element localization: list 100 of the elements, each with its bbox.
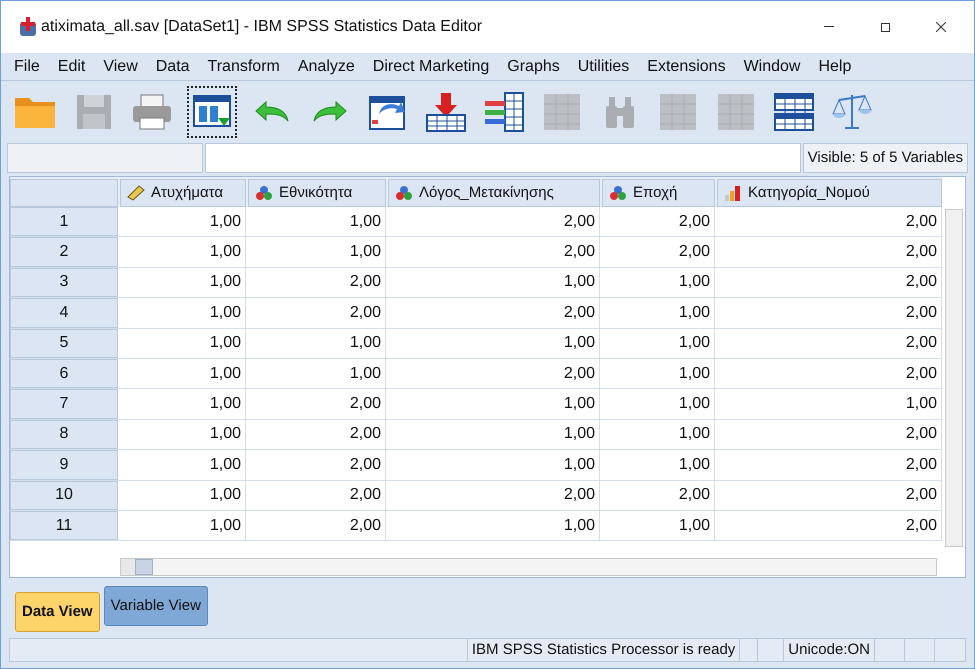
cell-name-field[interactable]: [7, 143, 203, 173]
column-header[interactable]: Εθνικότητα: [248, 179, 386, 207]
table-cell: 1,00: [600, 510, 715, 540]
menu-item[interactable]: Graphs: [498, 54, 569, 78]
table-cell: 1,00: [118, 328, 246, 358]
table-cell: 1,00: [118, 389, 246, 419]
three-balls-icon: [395, 185, 413, 201]
visible-variables-label: Visible: 5 of 5 Variables: [802, 143, 968, 173]
table-cell: 1,00: [118, 298, 246, 328]
menu-item[interactable]: Analyze: [288, 54, 364, 78]
row-number[interactable]: 9: [10, 450, 118, 480]
table-cell: 2,00: [246, 389, 386, 419]
table-cell: 2,00: [715, 207, 942, 236]
table-cell: 1,00: [118, 480, 246, 510]
horizontal-scrollbar[interactable]: [120, 558, 937, 576]
toolbar-button[interactable]: [187, 86, 237, 138]
table-cell: 2,00: [246, 420, 386, 450]
table-cell: 2,00: [386, 298, 600, 328]
table-cell: 2,00: [246, 480, 386, 510]
table-cell: 2,00: [600, 237, 715, 267]
table-cell: 1,00: [386, 328, 600, 358]
menu-item[interactable]: File: [5, 54, 49, 78]
app-icon: [17, 16, 39, 38]
view-tab[interactable]: Variable View: [104, 586, 208, 626]
row-number[interactable]: 11: [10, 510, 118, 540]
row-number[interactable]: 6: [10, 358, 118, 388]
minimize-icon: [824, 26, 834, 28]
row-number[interactable]: 7: [10, 389, 118, 419]
table-cell: 1,00: [246, 358, 386, 388]
grid-icon: [542, 92, 582, 132]
menu-item[interactable]: Utilities: [568, 54, 638, 78]
scale-icon: [831, 92, 873, 132]
column-name: Εθνικότητα: [279, 182, 352, 203]
row-number[interactable]: 10: [10, 480, 118, 510]
column-header[interactable]: Κατηγορία_Νομού: [717, 179, 942, 207]
insert-variable-icon: [483, 91, 525, 133]
column-header[interactable]: Λόγος_Μετακίνησης: [388, 179, 600, 207]
table-cell: 2,00: [600, 480, 715, 510]
close-icon: [936, 22, 946, 32]
window-title: atiximata_all.sav [DataSet1] - IBM SPSS Statistics Data Editor: [41, 17, 482, 37]
row-number[interactable]: 3: [10, 268, 118, 298]
menu-item[interactable]: View: [94, 54, 147, 78]
insert-cases-icon: [425, 91, 467, 133]
menu-item[interactable]: Data: [146, 54, 199, 78]
table-cell: 1,00: [600, 268, 715, 298]
row-number[interactable]: 1: [10, 207, 118, 236]
menu-item[interactable]: Window: [734, 54, 810, 78]
table-cell: 2,00: [246, 268, 386, 298]
table-cell: 1,00: [246, 328, 386, 358]
row-number[interactable]: 4: [10, 298, 118, 328]
column-name: Λόγος_Μετακίνησης: [419, 182, 554, 203]
table-cell: 2,00: [386, 358, 600, 388]
ruler-icon: [127, 185, 145, 201]
table-cell: 2,00: [600, 207, 715, 236]
table-cell: 1,00: [600, 298, 715, 328]
menu-item[interactable]: Direct Marketing: [364, 54, 498, 78]
table-cell: 1,00: [118, 237, 246, 267]
column-name: Εποχή: [633, 182, 678, 203]
table-cell: 1,00: [118, 510, 246, 540]
row-number[interactable]: 2: [10, 237, 118, 267]
table-cell: 2,00: [715, 358, 942, 388]
table-cell: 2,00: [246, 298, 386, 328]
table-cell: 2,00: [715, 237, 942, 267]
menu-item[interactable]: Transform: [198, 54, 289, 78]
table-cell: 2,00: [715, 480, 942, 510]
table-cell: 1,00: [386, 450, 600, 480]
menu-item[interactable]: Edit: [48, 54, 94, 78]
column-name: Ατυχήματα: [151, 182, 224, 203]
table-cell: 2,00: [715, 450, 942, 480]
row-number[interactable]: 5: [10, 328, 118, 358]
grid-icon: [716, 92, 756, 132]
table-cell: 1,00: [386, 268, 600, 298]
vertical-scrollbar[interactable]: [945, 209, 963, 547]
printer-icon: [131, 92, 173, 132]
grid-icon: [658, 92, 698, 132]
column-header[interactable]: Ατυχήματα: [120, 179, 246, 207]
table-cell: 1,00: [118, 450, 246, 480]
table-cell: 1,00: [246, 207, 386, 236]
table-cell: 2,00: [386, 237, 600, 267]
value-labels-icon: [773, 92, 815, 132]
row-number[interactable]: 8: [10, 420, 118, 450]
maximize-icon: [880, 22, 890, 32]
table-cell: 2,00: [715, 298, 942, 328]
table-cell: 1,00: [246, 237, 386, 267]
column-header[interactable]: Εποχή: [602, 179, 715, 207]
table-cell: 1,00: [600, 450, 715, 480]
table-cell: 2,00: [386, 480, 600, 510]
menu-item[interactable]: Extensions: [638, 54, 735, 78]
table-cell: 2,00: [246, 510, 386, 540]
table-cell: 1,00: [600, 358, 715, 388]
table-cell: 2,00: [715, 420, 942, 450]
three-balls-icon: [255, 185, 273, 201]
table-cell: 1,00: [386, 510, 600, 540]
view-tab[interactable]: Data View: [15, 592, 100, 632]
status-message: IBM SPSS Statistics Processor is ready: [468, 639, 740, 661]
table-cell: 1,00: [386, 420, 600, 450]
table-cell: 1,00: [118, 420, 246, 450]
cell-value-field[interactable]: [205, 143, 801, 173]
table-cell: 2,00: [246, 450, 386, 480]
menu-item[interactable]: Help: [809, 54, 860, 78]
